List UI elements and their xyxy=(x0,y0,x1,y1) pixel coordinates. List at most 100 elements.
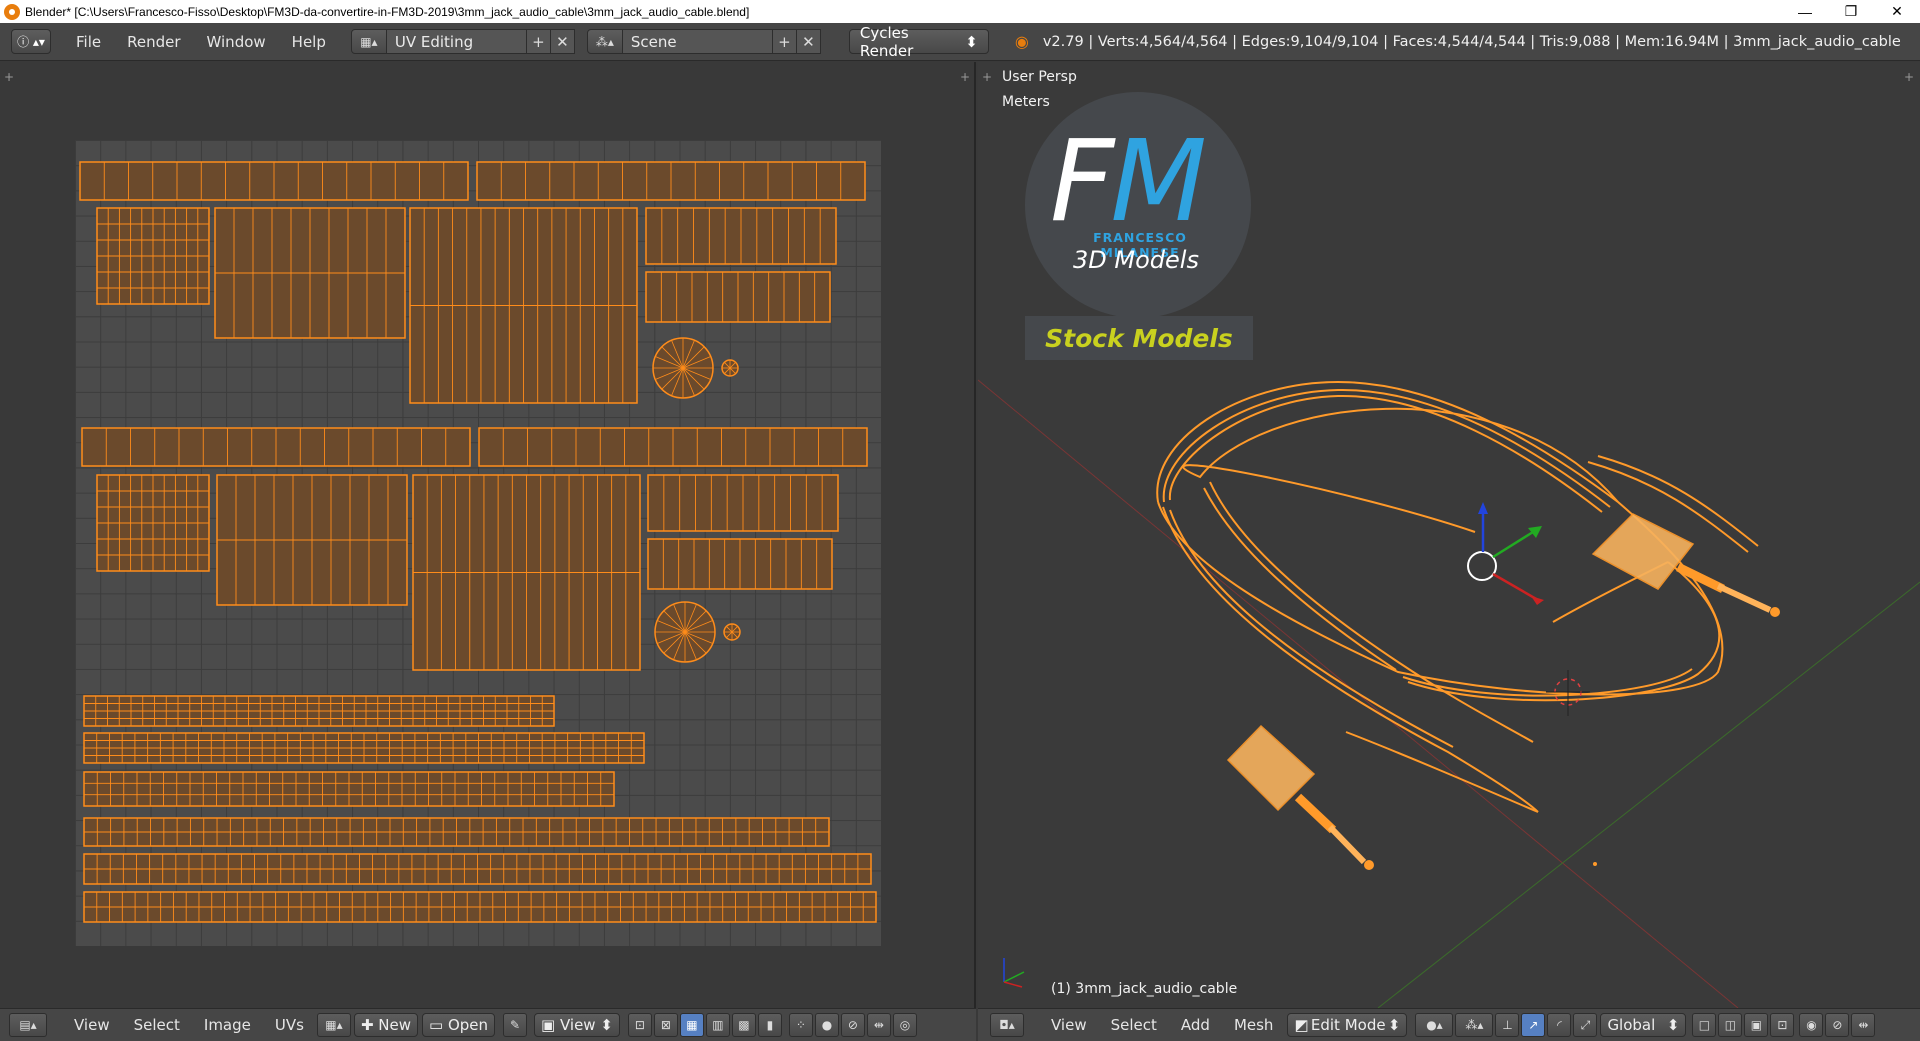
jack-plug-right[interactable] xyxy=(1591,513,1780,617)
viewport-shading-icon[interactable]: ●▴ xyxy=(1415,1013,1454,1037)
main-menu: File Render Window Help xyxy=(63,33,339,51)
scale-manipulator-icon[interactable]: ⤢ xyxy=(1573,1013,1598,1037)
scene-field[interactable]: Scene xyxy=(622,29,773,54)
region-toggle-icon[interactable]: + xyxy=(982,70,992,84)
uv-island[interactable] xyxy=(652,337,714,399)
snap-element-icon[interactable]: ⇹ xyxy=(1851,1013,1876,1037)
face-select-icon[interactable]: ▣ xyxy=(1744,1013,1769,1037)
transform-manipulator[interactable] xyxy=(1467,502,1544,605)
close-button[interactable]: ✕ xyxy=(1874,0,1920,23)
view-name-label: User Persp xyxy=(1002,69,1077,85)
uv-island[interactable] xyxy=(83,891,877,923)
image-browse-icon[interactable]: ▦▴ xyxy=(316,1013,351,1037)
active-object-label: (1) 3mm_jack_audio_cable xyxy=(1051,981,1238,997)
uv-island[interactable] xyxy=(83,853,872,885)
menu-file[interactable]: File xyxy=(63,33,114,51)
maximize-button[interactable]: ❐ xyxy=(1828,0,1874,23)
uv-island[interactable] xyxy=(96,207,210,305)
uv-island[interactable] xyxy=(645,271,831,323)
render-engine-dropdown[interactable]: Cycles Render ⬍ xyxy=(848,24,989,60)
editor-type-selector[interactable]: ⓘ ▴▾ xyxy=(11,29,51,54)
occlude-geometry-icon[interactable]: ⊡ xyxy=(1770,1013,1795,1037)
delete-layout-icon[interactable]: ✕ xyxy=(550,29,575,54)
menu-select[interactable]: Select xyxy=(122,1016,192,1034)
y-axis-line xyxy=(1377,581,1920,1008)
screen-layout-selector[interactable]: ▦▴ UV Editing + ✕ xyxy=(350,29,575,54)
edge-select-icon[interactable]: ▥ xyxy=(705,1013,730,1037)
uv-island[interactable] xyxy=(647,474,839,532)
menu-help[interactable]: Help xyxy=(279,33,339,51)
menu-mesh[interactable]: Mesh xyxy=(1222,1016,1286,1034)
translate-manipulator-icon[interactable]: ↗ xyxy=(1521,1013,1546,1037)
region-toggle-icon[interactable]: + xyxy=(1904,70,1914,84)
proportional-edit-icon[interactable]: ◉ xyxy=(1799,1013,1824,1037)
uv-island[interactable] xyxy=(96,474,210,572)
uv-island[interactable] xyxy=(647,538,833,590)
uv-image-editor[interactable]: + + xyxy=(0,62,976,1008)
editor-type-selector[interactable]: ◘▴ xyxy=(990,1013,1024,1037)
uv-grid[interactable] xyxy=(75,140,881,946)
uv-island[interactable] xyxy=(409,207,638,404)
vertex-select-icon[interactable]: ▦ xyxy=(679,1013,704,1037)
pivot-icon[interactable]: ⊡ xyxy=(627,1013,652,1037)
manipulator-toggle-icon[interactable]: ⊥ xyxy=(1495,1013,1520,1037)
uv-island[interactable] xyxy=(476,161,866,201)
rotate-manipulator-icon[interactable]: ◜ xyxy=(1547,1013,1572,1037)
menu-select[interactable]: Select xyxy=(1099,1016,1169,1034)
menu-uvs[interactable]: UVs xyxy=(263,1016,316,1034)
uv-island[interactable] xyxy=(79,161,469,201)
scene-icon[interactable]: ⁂▴ xyxy=(586,29,623,54)
delete-scene-icon[interactable]: ✕ xyxy=(796,29,821,54)
region-toggle-icon[interactable]: + xyxy=(4,70,14,84)
orientation-dropdown[interactable]: Global ⬍ xyxy=(1600,1013,1687,1037)
uv-island[interactable] xyxy=(216,474,408,606)
uv-island[interactable] xyxy=(83,732,645,764)
uv-island[interactable] xyxy=(81,427,471,467)
open-image-button[interactable]: ▭ Open xyxy=(422,1013,496,1037)
uv-island[interactable] xyxy=(721,359,739,377)
uv-island[interactable] xyxy=(654,601,716,663)
uv-islands xyxy=(79,161,877,923)
minimize-button[interactable]: — xyxy=(1782,0,1828,23)
uv-island[interactable] xyxy=(214,207,406,339)
menu-add[interactable]: Add xyxy=(1169,1016,1222,1034)
screen-layout-field[interactable]: UV Editing xyxy=(386,29,527,54)
uv-island[interactable] xyxy=(83,817,830,847)
menu-view[interactable]: View xyxy=(62,1016,122,1034)
edge-select-icon[interactable]: ◫ xyxy=(1718,1013,1743,1037)
uv-island[interactable] xyxy=(645,207,837,265)
add-scene-icon[interactable]: + xyxy=(772,29,797,54)
region-toggle-icon[interactable]: + xyxy=(960,70,970,84)
menu-image[interactable]: Image xyxy=(192,1016,263,1034)
face-select-icon[interactable]: ▩ xyxy=(731,1013,756,1037)
chevron-updown-icon: ⬍ xyxy=(595,1016,613,1034)
snap-toggle-icon[interactable]: ⊘ xyxy=(1825,1013,1850,1037)
uv-sculpt-icon[interactable]: ⇹ xyxy=(866,1013,891,1037)
mode-dropdown[interactable]: ◩ Edit Mode ⬍ xyxy=(1287,1013,1408,1037)
uv-island[interactable] xyxy=(723,623,741,641)
sticky-select-icon[interactable]: ⁘ xyxy=(788,1013,813,1037)
proportional-edit-icon[interactable]: ● xyxy=(814,1013,839,1037)
pin-icon[interactable]: ✎ xyxy=(503,1013,528,1037)
menu-view[interactable]: View xyxy=(1039,1016,1099,1034)
sync-selection-icon[interactable]: ⊠ xyxy=(653,1013,678,1037)
snap-icon[interactable]: ⊘ xyxy=(840,1013,865,1037)
new-image-button[interactable]: ✚ New xyxy=(353,1013,418,1037)
scene-selector[interactable]: ⁂▴ Scene + ✕ xyxy=(586,29,821,54)
jack-plug-left[interactable] xyxy=(1226,724,1597,870)
pivot-point-icon[interactable]: ⁂▴ xyxy=(1455,1013,1494,1037)
view-mode-dropdown[interactable]: ▣ View ⬍ xyxy=(534,1013,620,1037)
uv-island[interactable] xyxy=(83,771,615,807)
mask-icon[interactable]: ◎ xyxy=(892,1013,917,1037)
layout-icon[interactable]: ▦▴ xyxy=(350,29,387,54)
uv-island[interactable] xyxy=(412,474,641,671)
add-layout-icon[interactable]: + xyxy=(526,29,551,54)
editor-type-selector[interactable]: ▤▴ xyxy=(9,1013,47,1037)
menu-window[interactable]: Window xyxy=(194,33,279,51)
island-select-icon[interactable]: ▮ xyxy=(757,1013,782,1037)
menu-render[interactable]: Render xyxy=(114,33,193,51)
uv-island[interactable] xyxy=(478,427,868,467)
uv-island[interactable] xyxy=(83,695,555,727)
3d-viewport[interactable]: + + User Persp Meters FM FRANCESCO MILAN… xyxy=(978,62,1920,1008)
vertex-select-icon[interactable]: □ xyxy=(1692,1013,1717,1037)
